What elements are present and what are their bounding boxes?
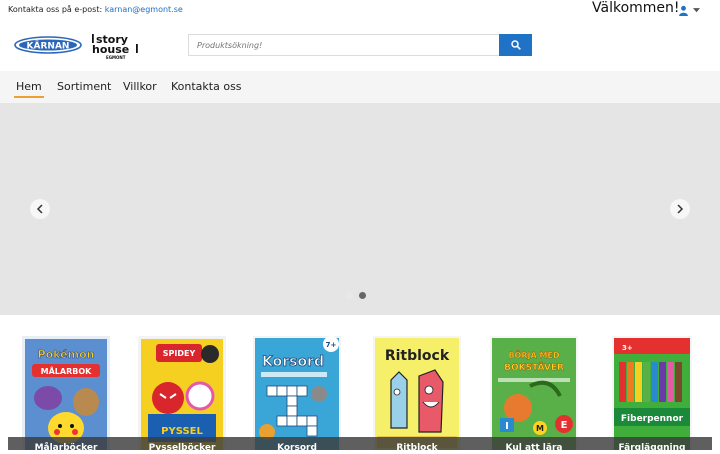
product-label-kul-att-lara[interactable]: Kul att lära xyxy=(484,443,584,453)
contact-info: Kontakta oss på e-post: karnan@egmont.se xyxy=(8,5,183,14)
svg-text:Pokémon: Pokémon xyxy=(38,348,95,361)
header: KÄRNAN story house EGMONT xyxy=(0,20,720,70)
svg-text:SPIDEY: SPIDEY xyxy=(163,349,196,358)
main-nav: Hem Sortiment Villkor Kontakta oss xyxy=(0,71,720,103)
carousel-dot-1[interactable] xyxy=(346,292,353,299)
svg-text:Korsord: Korsord xyxy=(262,354,324,370)
search-input[interactable] xyxy=(188,34,499,56)
svg-text:KÄRNAN: KÄRNAN xyxy=(27,40,70,51)
svg-text:7+: 7+ xyxy=(326,341,337,349)
svg-text:EGMONT: EGMONT xyxy=(106,55,126,60)
caret-down-icon xyxy=(693,7,700,12)
storyhouse-logo[interactable]: story house EGMONT xyxy=(92,32,142,60)
product-label-korsord[interactable]: Korsord xyxy=(247,443,347,453)
top-bar: Kontakta oss på e-post: karnan@egmont.se… xyxy=(0,0,720,20)
product-categories: Pokémon MÅLARBOK SPIDEY PYSSEL 7+ Korsor… xyxy=(0,315,720,450)
product-card-ritblock[interactable]: Ritblock xyxy=(373,336,461,450)
product-label-fargläggning[interactable]: Färgläggning xyxy=(602,443,702,453)
chevron-right-icon xyxy=(677,204,684,214)
svg-text:BÖRJA MED: BÖRJA MED xyxy=(508,350,559,360)
carousel-dot-2[interactable] xyxy=(359,292,366,299)
search-button[interactable] xyxy=(499,34,532,56)
product-label-ritblock[interactable]: Ritblock xyxy=(367,443,467,453)
product-card-fargläggning[interactable]: 3+ Fiberpennor xyxy=(612,336,700,450)
product-label-pysselbocker[interactable]: Pysselböcker xyxy=(132,443,232,453)
product-card-kul-att-lara[interactable]: BÖRJA MED BOKSTÄVER I M E xyxy=(490,336,578,450)
nav-item-hem[interactable]: Hem xyxy=(14,80,44,98)
welcome-text: Välkommen! xyxy=(592,0,680,16)
svg-text:BOKSTÄVER: BOKSTÄVER xyxy=(504,362,564,373)
svg-text:PYSSEL: PYSSEL xyxy=(161,426,203,437)
svg-text:Ritblock: Ritblock xyxy=(385,348,450,364)
search-bar xyxy=(188,34,532,56)
nav-item-villkor[interactable]: Villkor xyxy=(123,80,157,93)
chevron-left-icon xyxy=(36,204,43,214)
product-card-korsord[interactable]: 7+ Korsord xyxy=(253,336,341,450)
user-menu-button[interactable] xyxy=(678,3,704,17)
svg-text:M: M xyxy=(536,424,544,433)
contact-email-link[interactable]: karnan@egmont.se xyxy=(105,5,183,14)
svg-text:Fiberpennor: Fiberpennor xyxy=(621,414,684,424)
contact-prefix: Kontakta oss på e-post: xyxy=(8,5,103,14)
carousel-prev-button[interactable] xyxy=(30,199,50,219)
product-card-pysselbocker[interactable]: SPIDEY PYSSEL xyxy=(138,336,226,450)
product-card-malarbocker[interactable]: Pokémon MÅLARBOK xyxy=(22,336,110,450)
search-icon xyxy=(510,40,521,50)
nav-item-sortiment[interactable]: Sortiment xyxy=(57,80,111,93)
carousel-next-button[interactable] xyxy=(670,199,690,219)
product-label-malarbocker[interactable]: Målarböcker xyxy=(16,443,116,453)
svg-text:E: E xyxy=(561,420,568,431)
svg-text:MÅLARBOK: MÅLARBOK xyxy=(41,366,93,376)
svg-text:3+: 3+ xyxy=(622,344,633,352)
karnan-logo[interactable]: KÄRNAN xyxy=(14,36,82,54)
hero-carousel xyxy=(0,103,720,315)
svg-text:I: I xyxy=(505,421,509,432)
nav-item-kontakta-oss[interactable]: Kontakta oss xyxy=(171,80,242,93)
user-icon xyxy=(679,5,688,16)
